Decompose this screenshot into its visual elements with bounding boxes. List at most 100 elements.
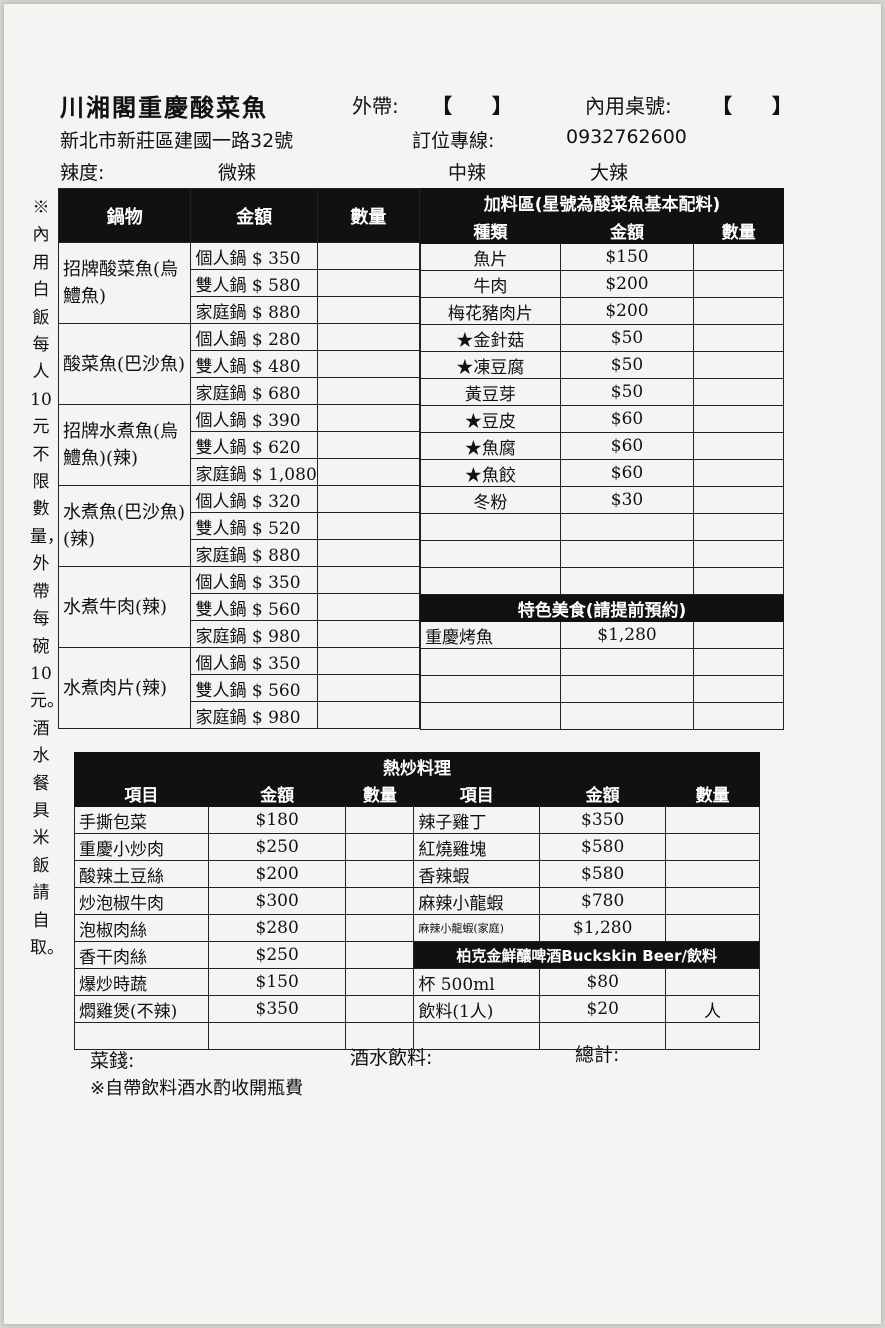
pot-dish-name: 招牌酸菜魚(烏鱧魚) [57,242,192,324]
phone-number: 0932762600 [566,126,687,148]
blank-cell[interactable] [420,567,561,595]
spice-mild[interactable]: 微辣 [218,158,256,185]
pot-qty-cell[interactable] [316,485,421,513]
pot-header-item: 鍋物 [57,188,192,243]
stirfry-qty-cell[interactable] [345,941,415,969]
stirfry-qty-cell[interactable] [345,887,415,915]
pot-qty-cell[interactable] [316,296,421,324]
pot-size-price: 個人鍋 $ 350 [190,647,318,675]
blank-cell[interactable] [559,648,695,676]
addon-qty-cell[interactable] [693,432,784,460]
blank-cell[interactable] [559,513,695,541]
blank-cell[interactable] [693,567,784,595]
blank-cell[interactable] [693,513,784,541]
pot-qty-cell[interactable] [316,350,421,378]
blank-cell[interactable] [420,540,561,568]
addon-qty-cell[interactable] [693,324,784,352]
stirfry-item-price: $280 [207,914,347,942]
beer-item-qty[interactable]: 人 [665,995,760,1023]
blank-cell[interactable] [693,702,784,730]
stirfry-qty-cell[interactable] [345,995,415,1023]
special-blank-row [420,675,784,703]
addon-qty-cell[interactable] [693,243,784,271]
pot-qty-cell[interactable] [316,593,421,621]
takeout-field[interactable]: 【 】 [432,90,512,119]
blank-cell[interactable] [693,540,784,568]
blank-cell[interactable] [207,1022,347,1050]
pot-qty-cell[interactable] [316,647,421,675]
beer-item-name: 杯 500ml [413,968,541,996]
pot-qty-cell[interactable] [316,431,421,459]
stirfry-qty-cell[interactable] [665,806,760,834]
pot-qty-cell[interactable] [316,566,421,594]
spice-hot[interactable]: 大辣 [590,158,628,185]
pot-size-price: 雙人鍋 $ 480 [190,350,318,378]
stirfry-qty-cell[interactable] [345,968,415,996]
blank-cell[interactable] [559,540,695,568]
pot-qty-cell[interactable] [316,458,421,486]
spice-medium[interactable]: 中辣 [448,158,486,185]
stirfry-item-name: 手撕包菜 [74,806,209,834]
stirfry-item-price: $350 [207,995,347,1023]
addon-qty-cell[interactable] [693,486,784,514]
blank-cell[interactable] [693,648,784,676]
stirfry-item-name: 酸辣土豆絲 [74,860,209,888]
blank-cell[interactable] [559,702,695,730]
special-qty-cell[interactable] [693,621,784,649]
blank-cell[interactable] [413,1022,541,1050]
special-name: 重慶烤魚 [420,621,561,649]
blank-cell[interactable] [559,567,695,595]
stirfry-qty-cell[interactable] [665,860,760,888]
stirfry-item-price: $250 [207,833,347,861]
special-blank-row [420,702,784,730]
stirfry-header-price-left: 金額 [207,779,347,807]
addon-title: 加料區(星號為酸菜魚基本配料) [420,188,784,217]
pot-size-price: 家庭鍋 $ 880 [190,539,318,567]
stirfry-item-price: $150 [207,968,347,996]
blank-cell[interactable] [559,675,695,703]
blank-cell[interactable] [420,513,561,541]
blank-cell[interactable] [420,675,561,703]
stirfry-qty-cell[interactable] [345,806,415,834]
pot-size-price: 個人鍋 $ 320 [190,485,318,513]
stirfry-header-item-left: 項目 [74,779,209,807]
addon-qty-cell[interactable] [693,297,784,325]
blank-cell[interactable] [693,675,784,703]
blank-cell[interactable] [665,1022,760,1050]
addon-qty-cell[interactable] [693,270,784,298]
addon-qty-cell[interactable] [693,351,784,379]
beer-item-qty[interactable] [665,968,760,996]
pot-qty-cell[interactable] [316,242,421,270]
stirfry-qty-cell[interactable] [345,914,415,942]
stirfry-qty-cell[interactable] [665,887,760,915]
addon-qty-cell[interactable] [693,378,784,406]
addon-qty-cell[interactable] [693,405,784,433]
pot-qty-cell[interactable] [316,269,421,297]
addon-name: 魚片 [420,243,561,271]
stirfry-qty-cell[interactable] [665,833,760,861]
stirfry-header-qty-left: 數量 [345,779,415,807]
addon-qty-cell[interactable] [693,459,784,487]
addon-price: $50 [559,324,695,352]
pot-qty-cell[interactable] [316,701,421,729]
pot-size-price: 雙人鍋 $ 580 [190,269,318,297]
stirfry-qty-cell[interactable] [345,860,415,888]
pot-size-price: 家庭鍋 $ 880 [190,296,318,324]
blank-cell[interactable] [420,702,561,730]
pot-size-price: 家庭鍋 $ 680 [190,377,318,405]
dinein-table-field[interactable]: 【 】 [712,90,792,119]
blank-cell[interactable] [420,648,561,676]
pot-qty-cell[interactable] [316,377,421,405]
stirfry-qty-cell[interactable] [665,914,760,942]
pot-qty-cell[interactable] [316,404,421,432]
pot-qty-cell[interactable] [316,620,421,648]
addon-row: 魚片 $150 [420,243,784,271]
stirfry-item-price: $1,280 [539,914,667,942]
stirfry-qty-cell[interactable] [345,833,415,861]
addon-row: ★金針菇 $50 [420,324,784,352]
addon-name: 黃豆芽 [420,378,561,406]
pot-qty-cell[interactable] [316,674,421,702]
pot-qty-cell[interactable] [316,512,421,540]
pot-qty-cell[interactable] [316,323,421,351]
pot-qty-cell[interactable] [316,539,421,567]
